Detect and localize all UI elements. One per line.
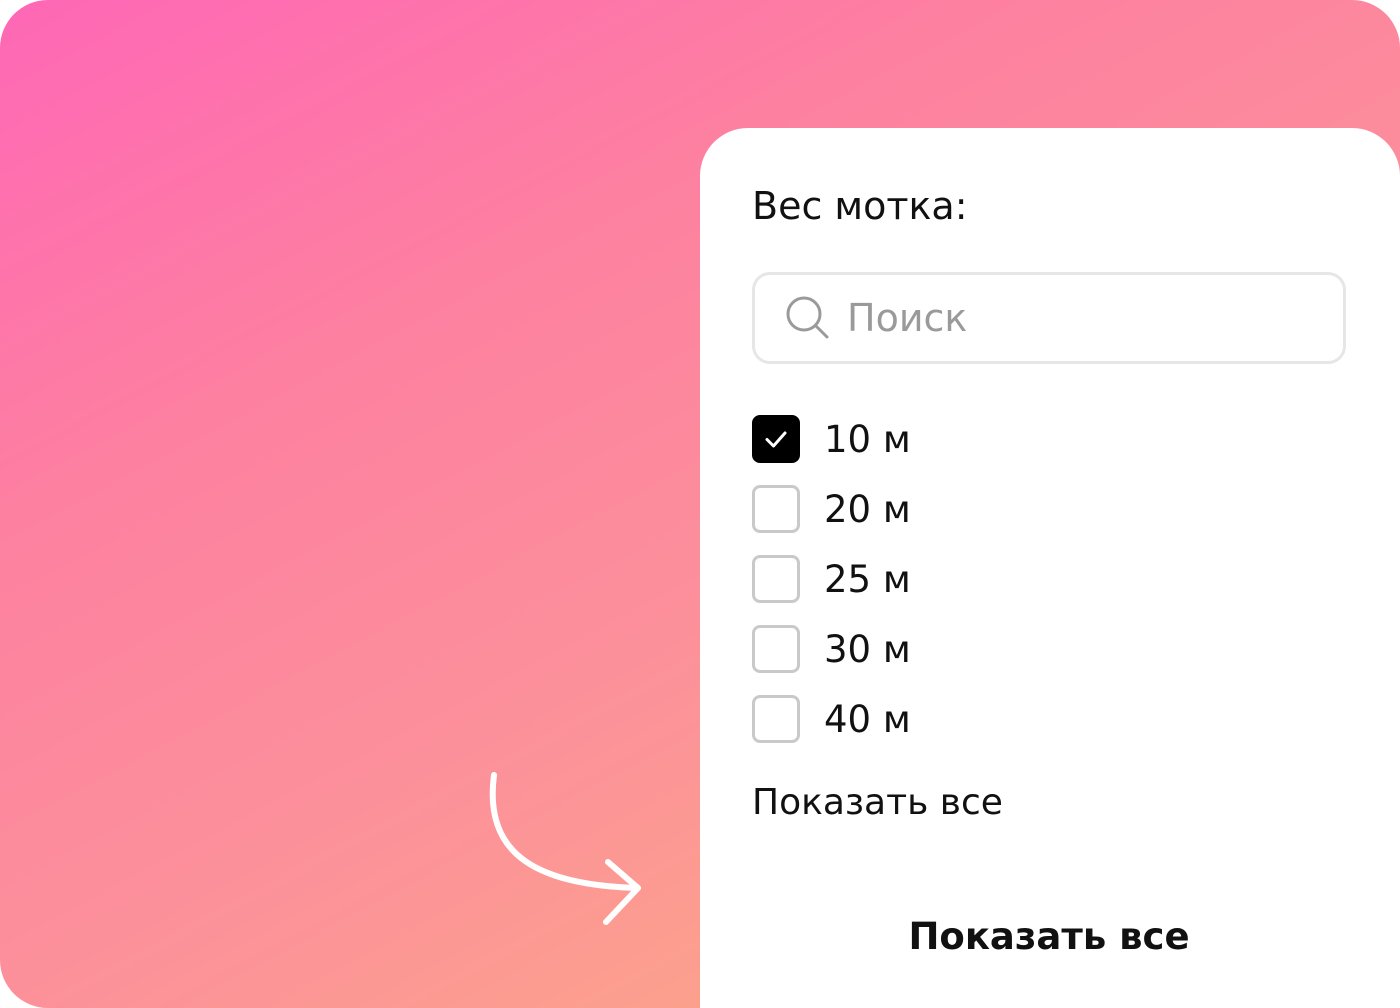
gradient-background: Вес мотка: 10 м 20 м 25 м 3 <box>0 0 1400 1008</box>
option-20m-label[interactable]: 20 м <box>824 488 911 531</box>
show-all-link[interactable]: Показать все <box>752 782 1003 823</box>
option-10m-label[interactable]: 10 м <box>824 418 911 461</box>
check-icon <box>765 431 787 448</box>
search-input[interactable] <box>847 287 1327 349</box>
show-all-button[interactable]: Показать все <box>752 898 1346 974</box>
option-25m-checkbox[interactable] <box>752 555 800 603</box>
option-40m[interactable]: 40 м <box>752 684 911 754</box>
option-40m-label[interactable]: 40 м <box>824 698 911 741</box>
option-40m-checkbox[interactable] <box>752 695 800 743</box>
option-list: 10 м 20 м 25 м 30 м 40 м <box>752 404 911 754</box>
curved-arrow-icon <box>489 772 641 925</box>
option-25m[interactable]: 25 м <box>752 544 911 614</box>
search-icon <box>786 296 829 339</box>
option-20m-checkbox[interactable] <box>752 485 800 533</box>
option-20m[interactable]: 20 м <box>752 474 911 544</box>
option-30m-checkbox[interactable] <box>752 625 800 673</box>
option-10m-checkbox[interactable] <box>752 415 800 463</box>
option-30m[interactable]: 30 м <box>752 614 911 684</box>
filter-panel: Вес мотка: 10 м 20 м 25 м 3 <box>700 128 1400 1008</box>
filter-title: Вес мотка: <box>752 184 968 228</box>
search-field[interactable] <box>752 272 1346 364</box>
option-25m-label[interactable]: 25 м <box>824 558 911 601</box>
option-30m-label[interactable]: 30 м <box>824 628 911 671</box>
option-10m[interactable]: 10 м <box>752 404 911 474</box>
